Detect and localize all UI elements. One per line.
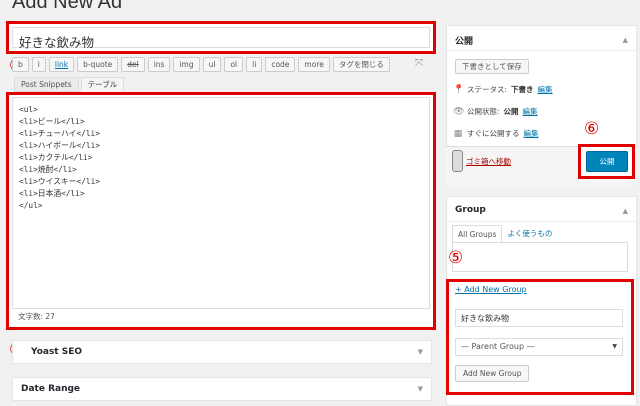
tab-all-groups[interactable]: All Groups — [452, 224, 503, 243]
toggle-arrow-icon[interactable]: ▲ — [623, 207, 628, 215]
quicktag-button[interactable]: ul — [202, 57, 222, 72]
calendar-icon: ▦ — [453, 128, 463, 139]
add-new-group-button[interactable]: Add New Group — [455, 365, 530, 382]
word-count: 文字数: 27 — [18, 312, 55, 321]
page-title: Add New Ad — [12, 0, 123, 13]
move-to-trash-link[interactable]: ゴミ箱へ移動 — [466, 156, 511, 167]
tab-post-snippets[interactable]: Post Snippets — [14, 77, 79, 92]
divider — [447, 221, 636, 222]
visibility-label: 公開状態: — [467, 107, 500, 116]
editor-line: <li>焼酎</li> — [19, 165, 77, 174]
fullscreen-icon[interactable]: ⤧ — [413, 58, 425, 70]
quicktag-button[interactable]: b-quote — [77, 57, 119, 72]
quicktag-button[interactable]: code — [265, 57, 296, 72]
status-row: 📍 ステータス: 下書き 編集 — [453, 84, 553, 95]
editor-highlight: <ul> <li>ビール</li> <li>チューハイ</li> <li>ハイボール<… — [6, 92, 436, 330]
title-highlight: 好きな飲み物 — [6, 21, 436, 54]
pin-icon: 📍 — [453, 84, 465, 95]
publish-button[interactable]: 公開 — [586, 151, 628, 172]
quicktag-button[interactable]: img — [173, 57, 200, 72]
quicktag-button[interactable]: del — [121, 57, 145, 72]
status-value: 下書き — [511, 85, 534, 94]
quicktag-button[interactable]: ol — [224, 57, 244, 72]
quicktag-button[interactable]: link — [48, 57, 75, 72]
quicktag-button[interactable]: b — [12, 57, 29, 72]
editor-line: <li>カクテル</li> — [19, 153, 93, 162]
quicktag-button[interactable]: タグを閉じる — [332, 57, 390, 72]
status-label: ステータス: — [467, 85, 508, 94]
metabox-date-range[interactable]: Date Range ▼ — [12, 377, 432, 401]
tab-table[interactable]: テーブル — [80, 77, 125, 92]
publish-box-title: 公開 — [455, 37, 474, 47]
marker-5: ⑤ — [448, 248, 464, 268]
toggle-arrow-icon[interactable]: ▼ — [418, 348, 423, 356]
editor-line: <li>日本酒</li> — [19, 189, 85, 198]
editor-line: <li>ウイスキー</li> — [19, 177, 100, 186]
editor-line: <li>ハイボール</li> — [19, 141, 101, 150]
schedule-label: すぐに公開する — [467, 129, 520, 138]
trash-icon — [452, 150, 463, 172]
quicktags-toolbar: b i link b-quote del ins img ul ol li code more タグを閉… — [12, 57, 390, 72]
group-checklist[interactable] — [452, 242, 628, 272]
quicktag-button[interactable]: ins — [147, 57, 171, 72]
editor-line: <li>チューハイ</li> — [19, 129, 100, 138]
editor-line: <li>ビール</li> — [19, 117, 85, 126]
quicktag-button[interactable]: li — [246, 57, 263, 72]
editor-line: </ul> — [19, 201, 43, 210]
editor-tabs: Post Snippets テーブル — [14, 77, 125, 92]
edit-status-link[interactable]: 編集 — [538, 84, 553, 95]
schedule-row: ▦ すぐに公開する 編集 — [453, 128, 539, 139]
tab-most-used[interactable]: よく使うもの — [502, 224, 557, 243]
metabox-title: Yoast SEO — [31, 347, 83, 357]
visibility-row: 👁 公開状態: 公開 編集 — [453, 106, 538, 117]
chevron-down-icon: ▼ — [612, 343, 617, 350]
divider — [447, 50, 636, 51]
toggle-arrow-icon[interactable]: ▼ — [418, 385, 423, 393]
publish-highlight: 公開 — [578, 144, 635, 179]
quicktag-button[interactable]: i — [31, 57, 46, 72]
edit-schedule-link[interactable]: 編集 — [524, 128, 539, 139]
metabox-title: Date Range — [21, 384, 81, 394]
marker-6: ⑥ — [584, 119, 600, 139]
visibility-value: 公開 — [503, 107, 519, 116]
parent-group-select[interactable]: — Parent Group — ▼ — [455, 338, 623, 356]
quicktag-button[interactable]: more — [298, 57, 330, 72]
editor-textarea[interactable]: <ul> <li>ビール</li> <li>チューハイ</li> <li>ハイボール<… — [12, 97, 430, 309]
add-new-group-link[interactable]: + Add New Group — [455, 285, 527, 294]
toggle-arrow-icon[interactable]: ▲ — [623, 36, 628, 44]
add-group-highlight: + Add New Group 好きな飲み物 — Parent Group — … — [446, 279, 634, 395]
group-box-title: Group — [455, 205, 486, 215]
save-draft-button[interactable]: 下書きとして保存 — [455, 59, 529, 74]
parent-group-selected: — Parent Group — — [461, 342, 535, 351]
metabox-yoast-seo[interactable]: Yoast SEO ▼ — [12, 340, 432, 364]
post-title-input[interactable]: 好きな飲み物 — [12, 27, 430, 50]
group-tabs: All Groups よく使うもの — [452, 224, 557, 243]
new-group-name-input[interactable]: 好きな飲み物 — [455, 309, 623, 327]
edit-visibility-link[interactable]: 編集 — [523, 106, 538, 117]
editor-line: <ul> — [19, 105, 38, 114]
eye-icon: 👁 — [453, 106, 465, 117]
